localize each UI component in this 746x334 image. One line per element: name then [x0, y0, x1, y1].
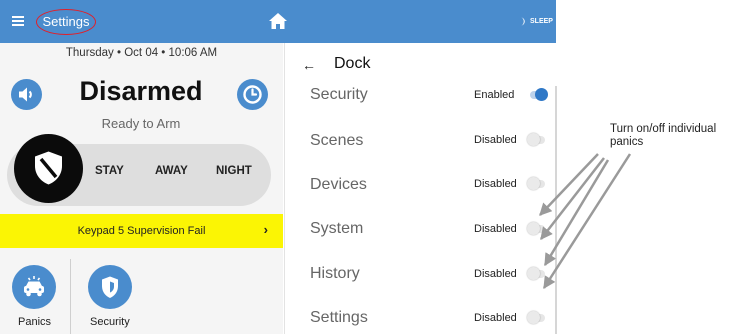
annotation-arrows: [539, 153, 632, 290]
arrow-to-devices: [539, 153, 599, 216]
arrow-to-system: [540, 157, 605, 240]
arrow-to-settings: [542, 153, 632, 290]
